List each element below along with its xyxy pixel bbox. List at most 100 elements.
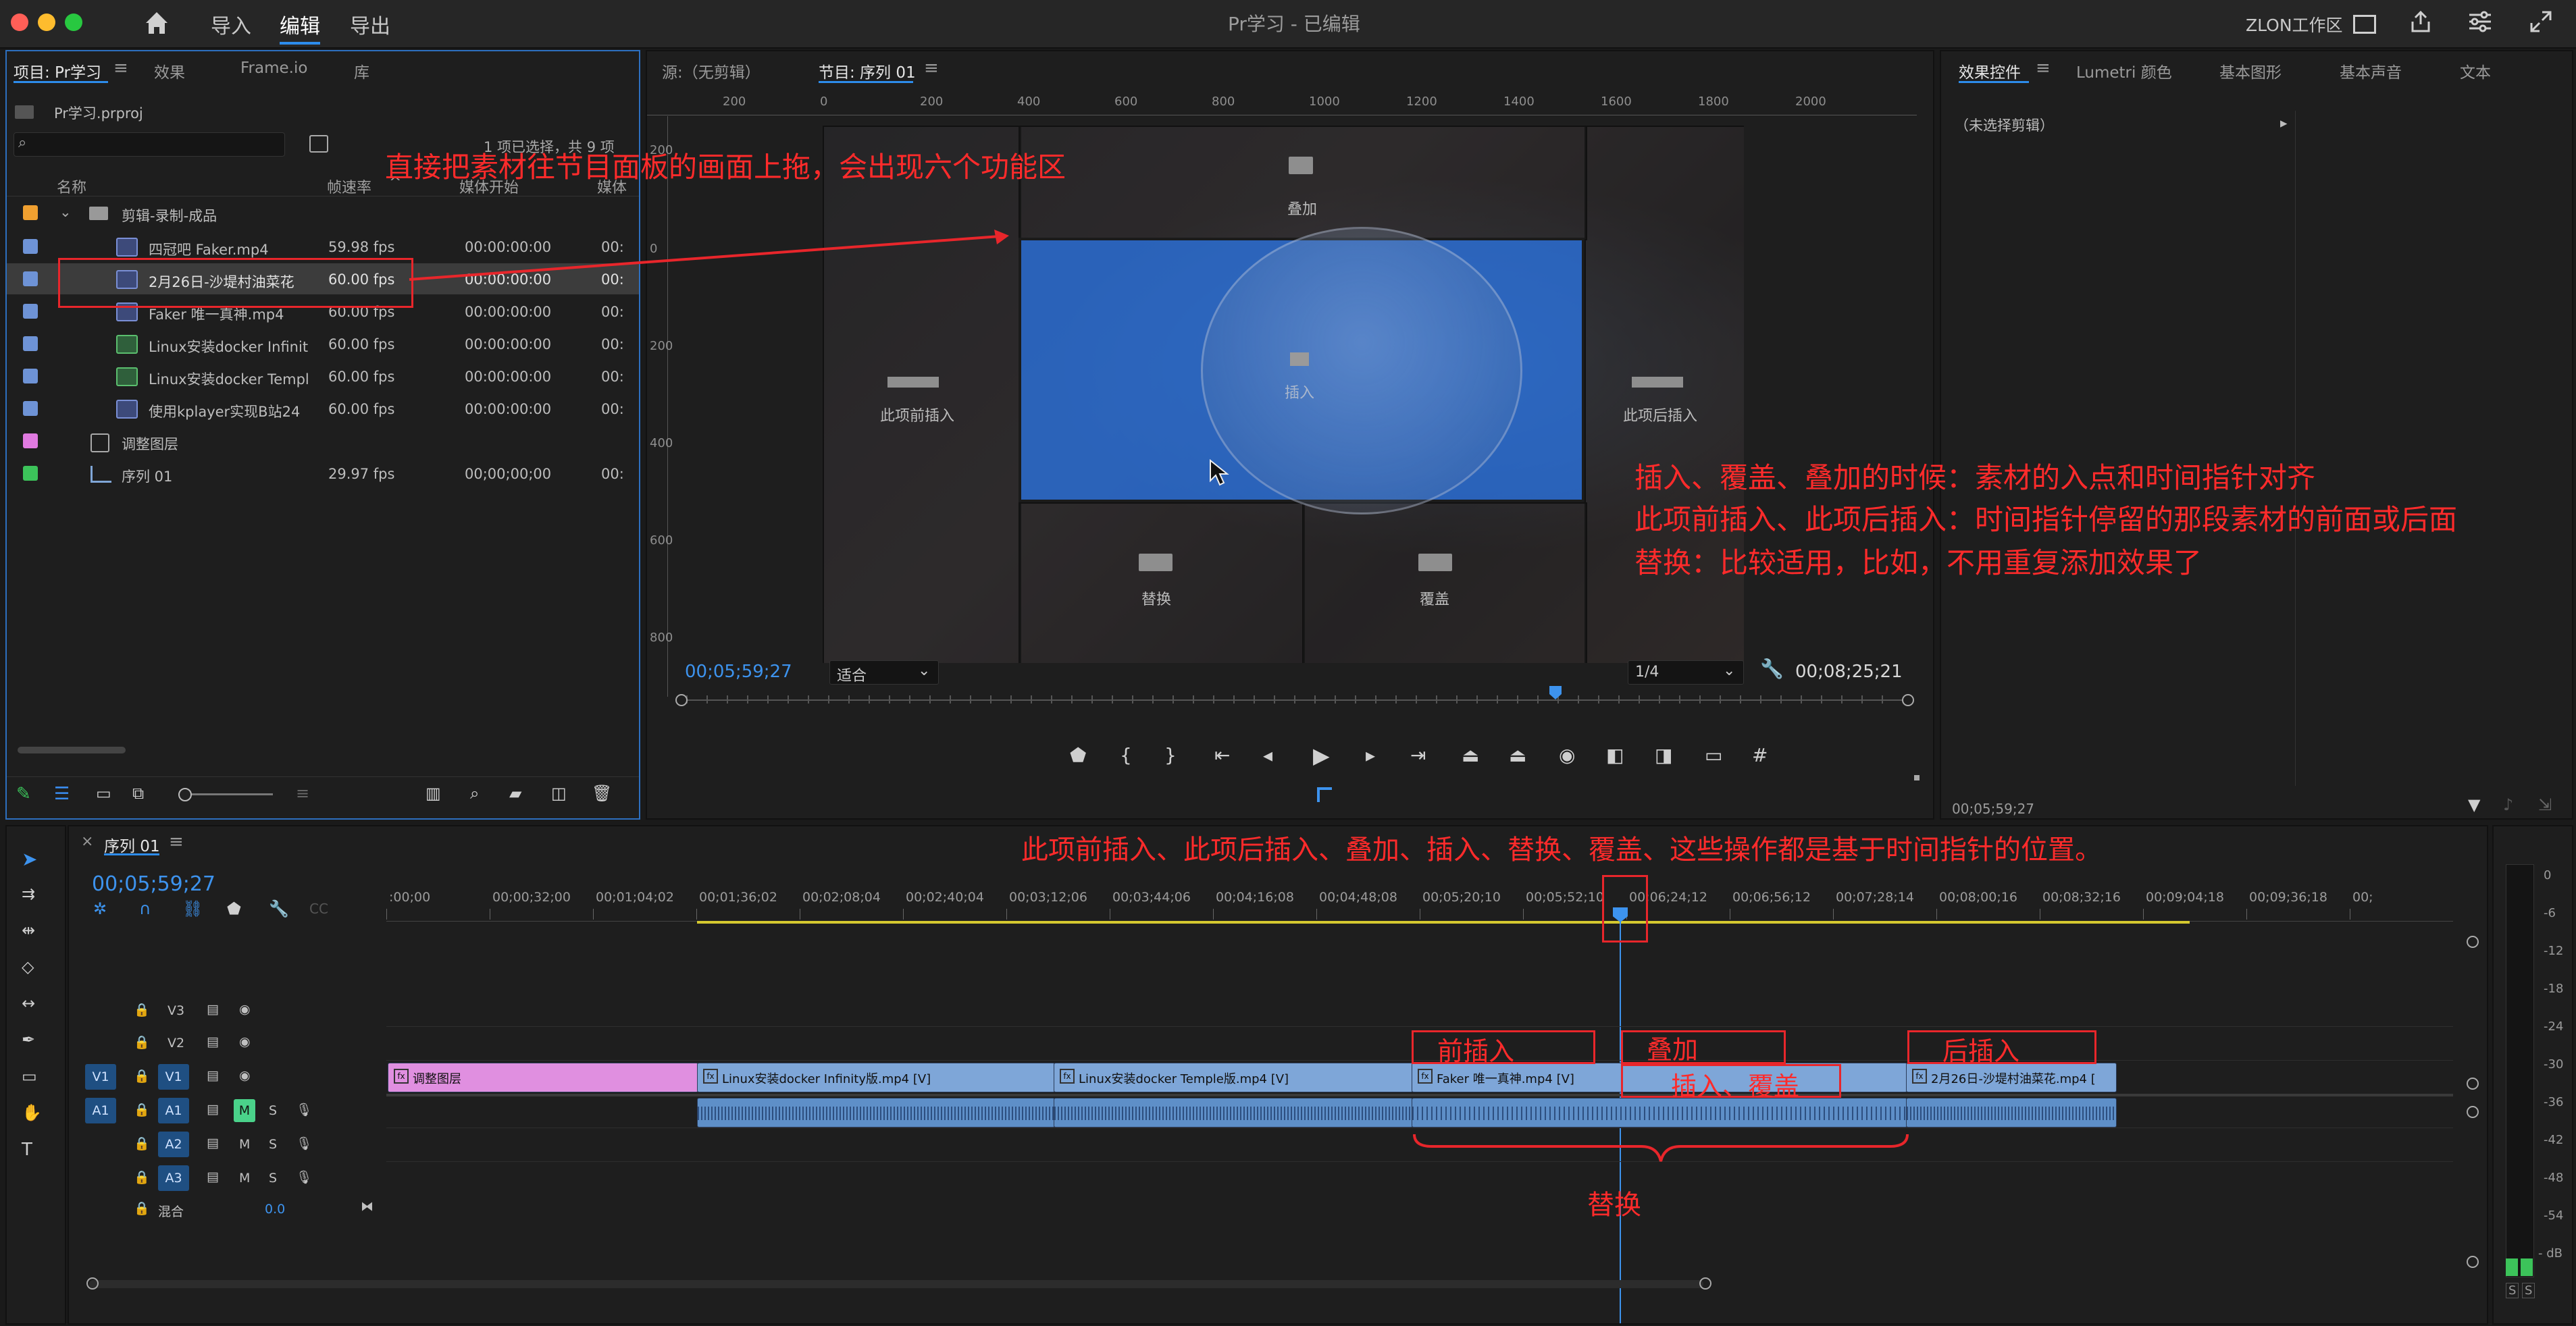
- mute-button[interactable]: M: [239, 1171, 250, 1186]
- col-fps[interactable]: 帧速率: [327, 176, 371, 197]
- solo-button[interactable]: S: [269, 1137, 277, 1152]
- mute-button[interactable]: M: [239, 1137, 250, 1152]
- grid-icon[interactable]: #: [1752, 744, 1768, 766]
- zoom-slider-handle[interactable]: [178, 788, 192, 801]
- workspace-label[interactable]: ZLON工作区: [2246, 12, 2343, 36]
- drop-zone-overlay[interactable]: [1019, 126, 1587, 240]
- close-tab-icon[interactable]: ×: [81, 833, 93, 850]
- mix-value[interactable]: 0.0: [265, 1202, 285, 1217]
- razor-tool-icon[interactable]: ◇: [22, 957, 34, 976]
- hscroll-end-handle[interactable]: [1699, 1277, 1711, 1290]
- sync-lock-icon[interactable]: ▤: [207, 1169, 219, 1184]
- source-patch-a1[interactable]: A1: [85, 1098, 116, 1123]
- play-icon[interactable]: ▶: [1313, 743, 1330, 768]
- clip-linux-temple[interactable]: fx Linux安装docker Temple版.mp4 [V]: [1054, 1063, 1413, 1092]
- tab-essential-sound[interactable]: 基本声音: [2340, 59, 2402, 82]
- list-view-icon[interactable]: ☰: [54, 784, 70, 804]
- export-icon[interactable]: ⇲: [2538, 795, 2552, 814]
- tab-project[interactable]: 项目: Pr学习: [14, 59, 101, 82]
- step-forward-icon[interactable]: ▸: [1366, 744, 1375, 766]
- program-video-frame[interactable]: 叠加 此项前插入 此项后插入 插入 替换 覆盖: [823, 126, 1744, 663]
- horizontal-scrollbar[interactable]: [89, 1280, 1703, 1288]
- list-item[interactable]: 调整图层: [7, 425, 639, 456]
- rectangle-tool-icon[interactable]: ▭: [22, 1067, 37, 1086]
- fit-dropdown[interactable]: 适合 ⌄: [829, 660, 939, 685]
- button-editor-icon[interactable]: [1317, 787, 1332, 802]
- timeline-ruler[interactable]: :00;00 00;00;32;00 00;01;04;02 00;01;36;02 0…: [386, 889, 2453, 922]
- microphone-icon[interactable]: 🎙: [296, 1169, 312, 1185]
- mark-out-icon[interactable]: }: [1164, 744, 1177, 766]
- vscroll-handle[interactable]: [2467, 1106, 2479, 1118]
- track-select-tool-icon[interactable]: ⇉: [22, 884, 35, 903]
- eye-icon[interactable]: ◉: [239, 1068, 251, 1083]
- nest-toggle-icon[interactable]: ✲: [93, 899, 107, 918]
- scrub-end-handle[interactable]: [1902, 694, 1914, 706]
- pencil-icon[interactable]: ✎: [16, 784, 31, 804]
- panel-menu-icon[interactable]: ≡: [169, 832, 184, 852]
- microphone-icon[interactable]: 🎙: [296, 1136, 312, 1151]
- search-input[interactable]: ⌕: [14, 132, 285, 157]
- sort-icon[interactable]: ≡: [296, 784, 309, 803]
- menu-edit[interactable]: 编辑: [280, 9, 320, 45]
- drop-zone-replace[interactable]: [1019, 502, 1305, 663]
- panel-layout-icon[interactable]: [2353, 15, 2376, 34]
- list-item[interactable]: 序列 01 29.97 fps 00;00;00;00 00:: [7, 458, 639, 489]
- meter-solo-right[interactable]: S: [2522, 1283, 2535, 1298]
- lift-icon[interactable]: ⏏: [1462, 744, 1479, 766]
- tab-source[interactable]: 源:（无剪辑）: [662, 59, 761, 82]
- work-area-bar[interactable]: [697, 921, 2190, 924]
- sync-lock-icon[interactable]: ▤: [207, 1068, 219, 1083]
- vscroll-handle[interactable]: [2467, 1078, 2479, 1090]
- automate-to-sequence-icon[interactable]: ▥: [426, 784, 441, 803]
- new-bin-from-search-icon[interactable]: [309, 135, 328, 153]
- insert-button-icon[interactable]: ◧: [1606, 744, 1624, 766]
- track-name[interactable]: V1: [158, 1064, 189, 1090]
- tab-library[interactable]: 库: [354, 59, 369, 82]
- lock-icon[interactable]: 🔒: [134, 1169, 150, 1185]
- audio-clip[interactable]: [1412, 1098, 1907, 1128]
- track-name[interactable]: A1: [158, 1098, 189, 1123]
- vscroll-handle[interactable]: [2467, 1256, 2479, 1268]
- tab-text[interactable]: 文本: [2460, 59, 2491, 82]
- type-tool-icon[interactable]: T: [22, 1140, 32, 1160]
- sync-lock-icon[interactable]: ▤: [207, 1034, 219, 1049]
- tab-program[interactable]: 节目: 序列 01: [819, 59, 916, 82]
- mute-button[interactable]: M: [234, 1099, 255, 1122]
- list-item[interactable]: 使用kplayer实现B站24 60.00 fps 00:00:00:00 00…: [7, 393, 639, 424]
- home-icon[interactable]: [143, 9, 170, 35]
- scrub-start-handle[interactable]: [675, 694, 688, 706]
- tab-effects[interactable]: 效果: [154, 59, 185, 82]
- track-name[interactable]: A3: [158, 1165, 189, 1191]
- lock-icon[interactable]: 🔒: [134, 1034, 150, 1050]
- tab-frameio[interactable]: Frame.io: [240, 59, 307, 77]
- filter-icon[interactable]: ▼: [2468, 795, 2480, 814]
- panel-menu-icon[interactable]: ≡: [924, 58, 939, 78]
- tab-lumetri[interactable]: Lumetri 颜色: [2076, 59, 2172, 82]
- vscroll-handle[interactable]: [2467, 936, 2479, 948]
- sync-lock-icon[interactable]: ▤: [207, 1102, 219, 1117]
- trash-icon[interactable]: 🗑: [592, 784, 612, 803]
- chevron-down-icon[interactable]: ⌄: [59, 204, 72, 220]
- timeline-timecode[interactable]: 00;05;59;27: [92, 872, 215, 896]
- find-icon[interactable]: ⌕: [470, 784, 479, 803]
- selection-tool-icon[interactable]: ➤: [22, 848, 37, 870]
- captions-icon[interactable]: CC: [309, 901, 328, 917]
- add-marker-icon[interactable]: ⬟: [1070, 744, 1086, 766]
- snap-icon[interactable]: ∩: [139, 899, 151, 918]
- drop-zone-insert-before[interactable]: [823, 126, 1021, 663]
- tab-sequence[interactable]: 序列 01: [104, 833, 160, 856]
- playhead-timecode[interactable]: 00;05;59;27: [685, 662, 792, 682]
- lock-icon[interactable]: 🔒: [134, 1068, 150, 1084]
- eye-icon[interactable]: ◉: [239, 1034, 251, 1049]
- timeline-settings-icon[interactable]: 🔧: [269, 899, 289, 918]
- lock-icon[interactable]: 🔒: [134, 1136, 150, 1151]
- resolution-dropdown[interactable]: 1/4 ⌄: [1628, 660, 1744, 685]
- step-back-icon[interactable]: ◂: [1263, 744, 1272, 766]
- panel-menu-icon[interactable]: ≡: [113, 58, 128, 78]
- track-name[interactable]: A2: [158, 1132, 189, 1157]
- ripple-edit-tool-icon[interactable]: ⇹: [22, 921, 35, 940]
- fullscreen-icon[interactable]: [2529, 9, 2553, 34]
- linked-selection-icon[interactable]: ⛓: [182, 899, 203, 918]
- hand-tool-icon[interactable]: ✋: [22, 1103, 42, 1122]
- sync-lock-icon[interactable]: ▤: [207, 1136, 219, 1150]
